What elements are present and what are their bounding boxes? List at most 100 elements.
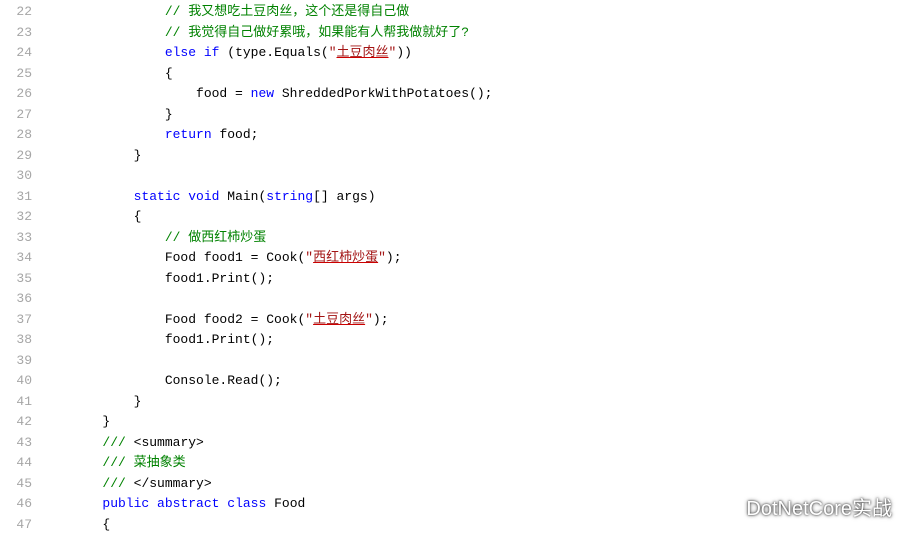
line-number: 45 <box>0 474 32 495</box>
code-line: // 我又想吃土豆肉丝，这个还是得自己做 <box>40 2 910 23</box>
code-token: if <box>204 45 220 60</box>
code-token: ); <box>386 250 402 265</box>
code-token: 西红柿炒蛋 <box>313 250 378 265</box>
line-number: 22 <box>0 2 32 23</box>
line-number: 43 <box>0 433 32 454</box>
code-token: food = <box>196 86 251 101</box>
code-token: " <box>378 250 386 265</box>
code-token: [] args) <box>313 189 375 204</box>
code-line: else if (type.Equals("土豆肉丝")) <box>40 43 910 64</box>
line-number: 26 <box>0 84 32 105</box>
code-token: Main( <box>219 189 266 204</box>
line-number: 23 <box>0 23 32 44</box>
code-token: { <box>165 66 173 81</box>
code-line: } <box>40 412 910 433</box>
code-token: { <box>134 209 142 224</box>
line-number: 27 <box>0 105 32 126</box>
code-token: } <box>134 148 142 163</box>
line-number: 32 <box>0 207 32 228</box>
code-token: 土豆肉丝 <box>337 45 389 60</box>
code-token: /// <box>102 435 133 450</box>
code-token: /// <box>102 476 133 491</box>
line-number: 24 <box>0 43 32 64</box>
code-token: food1.Print(); <box>165 271 274 286</box>
code-token <box>149 496 157 511</box>
line-number: 38 <box>0 330 32 351</box>
code-token: void <box>188 189 219 204</box>
code-token: // 我又想吃土豆肉丝，这个还是得自己做 <box>165 4 409 19</box>
code-line: } <box>40 392 910 413</box>
code-line: Food food2 = Cook("土豆肉丝"); <box>40 310 910 331</box>
line-number: 33 <box>0 228 32 249</box>
code-line: /// <summary> <box>40 433 910 454</box>
code-line: /// </summary> <box>40 474 910 495</box>
code-token: Food food1 = Cook( <box>165 250 305 265</box>
code-token: food; <box>212 127 259 142</box>
code-token: </summary> <box>134 476 212 491</box>
code-token: new <box>251 86 274 101</box>
code-line: /// 菜抽象类 <box>40 453 910 474</box>
code-token: ); <box>373 312 389 327</box>
code-token: <summary> <box>134 435 204 450</box>
line-number: 42 <box>0 412 32 433</box>
code-line: // 做西红柿炒蛋 <box>40 228 910 249</box>
code-token: Food <box>266 496 305 511</box>
code-token: " <box>365 312 373 327</box>
code-token: Console.Read(); <box>165 373 282 388</box>
code-token: 菜抽象类 <box>134 455 186 470</box>
code-token: } <box>102 414 110 429</box>
code-token: class <box>227 496 266 511</box>
code-token: food1.Print(); <box>165 332 274 347</box>
line-number: 30 <box>0 166 32 187</box>
code-line: static void Main(string[] args) <box>40 187 910 208</box>
code-line: food1.Print(); <box>40 330 910 351</box>
code-line: { <box>40 207 910 228</box>
code-token: // 做西红柿炒蛋 <box>165 230 266 245</box>
line-number-gutter: 2223242526272829303132333435363738394041… <box>0 2 40 535</box>
code-line: { <box>40 515 910 536</box>
code-token: (type.Equals( <box>219 45 328 60</box>
code-token: " <box>305 312 313 327</box>
code-token: // 我觉得自己做好累哦，如果能有人帮我做就好了? <box>165 25 469 40</box>
code-token: else <box>165 45 196 60</box>
code-line <box>40 166 910 187</box>
code-token: /// <box>102 455 133 470</box>
line-number: 41 <box>0 392 32 413</box>
line-number: 34 <box>0 248 32 269</box>
code-area: // 我又想吃土豆肉丝，这个还是得自己做 // 我觉得自己做好累哦，如果能有人帮… <box>40 2 910 535</box>
line-number: 31 <box>0 187 32 208</box>
code-line: // 我觉得自己做好累哦，如果能有人帮我做就好了? <box>40 23 910 44</box>
code-token: static <box>134 189 181 204</box>
code-token: return <box>165 127 212 142</box>
code-line: public abstract class Food <box>40 494 910 515</box>
line-number: 29 <box>0 146 32 167</box>
code-editor: 2223242526272829303132333435363738394041… <box>0 0 910 535</box>
line-number: 36 <box>0 289 32 310</box>
code-token: " <box>305 250 313 265</box>
code-token: abstract <box>157 496 219 511</box>
line-number: 37 <box>0 310 32 331</box>
code-line: } <box>40 105 910 126</box>
line-number: 25 <box>0 64 32 85</box>
code-token: ShreddedPorkWithPotatoes(); <box>274 86 492 101</box>
code-line: Food food1 = Cook("西红柿炒蛋"); <box>40 248 910 269</box>
code-line: food1.Print(); <box>40 269 910 290</box>
code-line: { <box>40 64 910 85</box>
code-line: food = new ShreddedPorkWithPotatoes(); <box>40 84 910 105</box>
code-line <box>40 289 910 310</box>
code-token: " <box>329 45 337 60</box>
code-token: string <box>266 189 313 204</box>
code-token: public <box>102 496 149 511</box>
code-line: Console.Read(); <box>40 371 910 392</box>
line-number: 44 <box>0 453 32 474</box>
line-number: 47 <box>0 515 32 536</box>
code-token: { <box>102 517 110 532</box>
code-token <box>196 45 204 60</box>
code-line: return food; <box>40 125 910 146</box>
line-number: 46 <box>0 494 32 515</box>
code-token: 土豆肉丝 <box>313 312 365 327</box>
code-token: } <box>134 394 142 409</box>
line-number: 39 <box>0 351 32 372</box>
code-token: } <box>165 107 173 122</box>
code-line: } <box>40 146 910 167</box>
